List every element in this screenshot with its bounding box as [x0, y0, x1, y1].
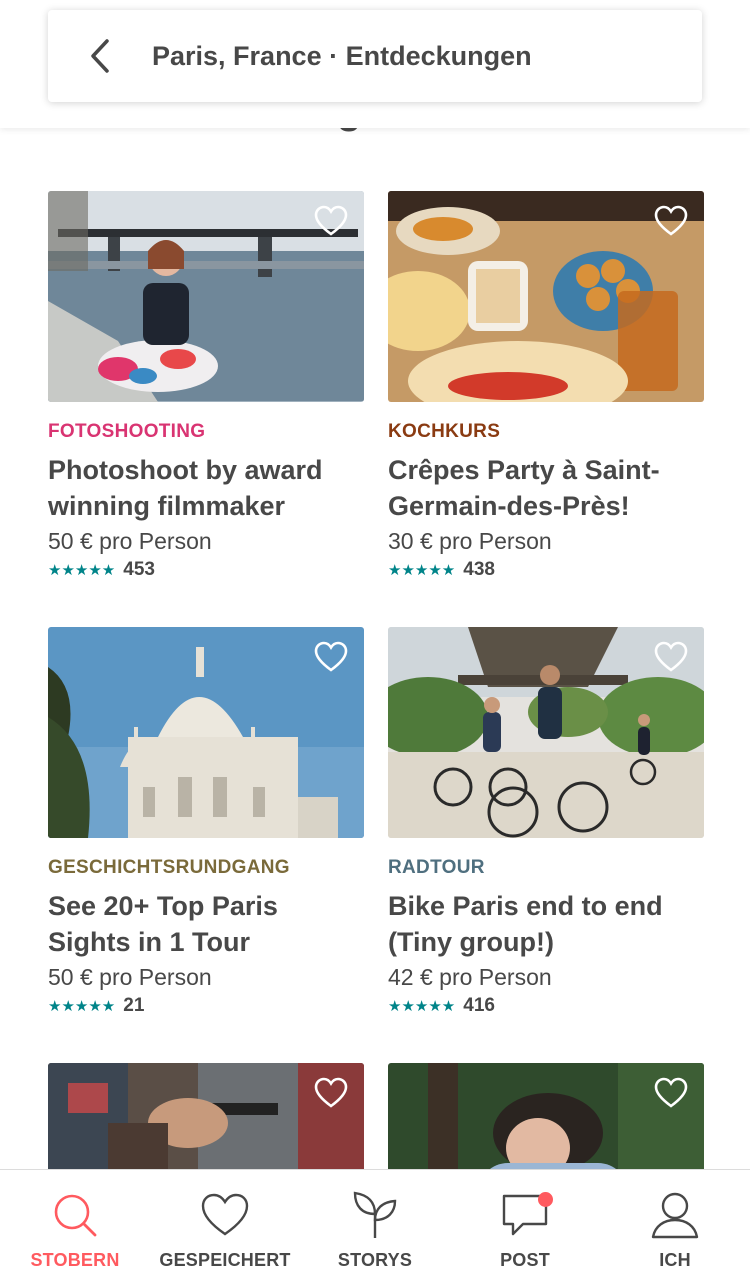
tab-stobern[interactable]: STOBERN — [0, 1170, 150, 1282]
review-count: 21 — [123, 995, 145, 1016]
review-count: 416 — [463, 995, 495, 1016]
star-rating-icon: ★★★★★ — [48, 998, 116, 1015]
search-icon — [54, 1194, 97, 1237]
review-count: 438 — [463, 559, 495, 580]
category-label: KOCHKURS — [388, 421, 501, 442]
experience-photo[interactable] — [388, 627, 704, 838]
heart-icon[interactable] — [654, 1077, 688, 1109]
chevron-left-icon — [91, 39, 109, 73]
experience-title[interactable]: See 20+ Top Paris Sights in 1 Tour — [48, 888, 364, 960]
category-label: RADTOUR — [388, 857, 485, 878]
category-label: FOTOSHOOTING — [48, 421, 206, 442]
star-rating-icon: ★★★★★ — [388, 998, 456, 1015]
heart-icon — [201, 1193, 249, 1236]
rating: ★★★★★ 438 — [388, 558, 704, 582]
tab-label: ICH — [659, 1250, 691, 1270]
tab-label: STORYS — [337, 1250, 413, 1270]
experience-photo[interactable] — [48, 627, 364, 838]
heart-icon[interactable] — [314, 205, 348, 237]
tab-storys[interactable]: STORYS — [300, 1170, 450, 1282]
tab-ich[interactable]: ICH — [600, 1170, 750, 1282]
experience-card[interactable]: GESCHICHTSRUNDGANG See 20+ Top Paris Sig… — [48, 627, 364, 1018]
experience-card[interactable]: RADTOUR Bike Paris end to end (Tiny grou… — [388, 627, 704, 1018]
price: 50 € pro Person — [48, 528, 212, 554]
heart-icon[interactable] — [654, 641, 688, 673]
heart-icon[interactable] — [314, 641, 348, 673]
sprout-icon — [353, 1191, 397, 1238]
experience-photo[interactable] — [48, 191, 364, 402]
rating: ★★★★★ 453 — [48, 558, 364, 582]
experience-card[interactable]: FOTOSHOOTING Photoshoot by award winning… — [48, 191, 364, 582]
star-rating-icon: ★★★★★ — [388, 562, 456, 579]
experience-title[interactable]: Crêpes Party à Saint-Germain-des-Près! — [388, 452, 704, 524]
notification-badge — [538, 1192, 553, 1207]
tab-label: STOBERN — [30, 1250, 120, 1270]
price: 50 € pro Person — [48, 964, 212, 990]
tab-post[interactable]: POST — [450, 1170, 600, 1282]
profile-icon — [651, 1192, 699, 1239]
category-label: GESCHICHTSRUNDGANG — [48, 857, 290, 878]
rating: ★★★★★ 21 — [48, 994, 364, 1018]
heart-icon[interactable] — [314, 1077, 348, 1109]
search-title: Paris, France · Entdeckungen — [152, 40, 532, 71]
experience-title[interactable]: Bike Paris end to end (Tiny group!) — [388, 888, 704, 960]
tab-label: POST — [500, 1250, 550, 1270]
search-bar[interactable]: Paris, France · Entdeckungen — [48, 10, 702, 102]
header: Paris, France · Entdeckungen — [0, 0, 750, 128]
tab-gespeichert[interactable]: GESPEICHERT — [150, 1170, 300, 1282]
back-button[interactable] — [48, 10, 152, 102]
rating: ★★★★★ 416 — [388, 994, 704, 1018]
review-count: 453 — [123, 559, 155, 580]
bottom-tab-bar: STOBERN GESPEICHERT STORYS POST ICH — [0, 1169, 750, 1282]
tab-label: GESPEICHERT — [159, 1250, 291, 1270]
star-rating-icon: ★★★★★ — [48, 562, 116, 579]
experience-photo[interactable] — [388, 191, 704, 402]
price: 42 € pro Person — [388, 964, 552, 990]
price: 30 € pro Person — [388, 528, 552, 554]
experience-card[interactable]: KOCHKURS Crêpes Party à Saint-Germain-de… — [388, 191, 704, 582]
heart-icon[interactable] — [654, 205, 688, 237]
experience-title[interactable]: Photoshoot by award winning filmmaker — [48, 452, 364, 524]
